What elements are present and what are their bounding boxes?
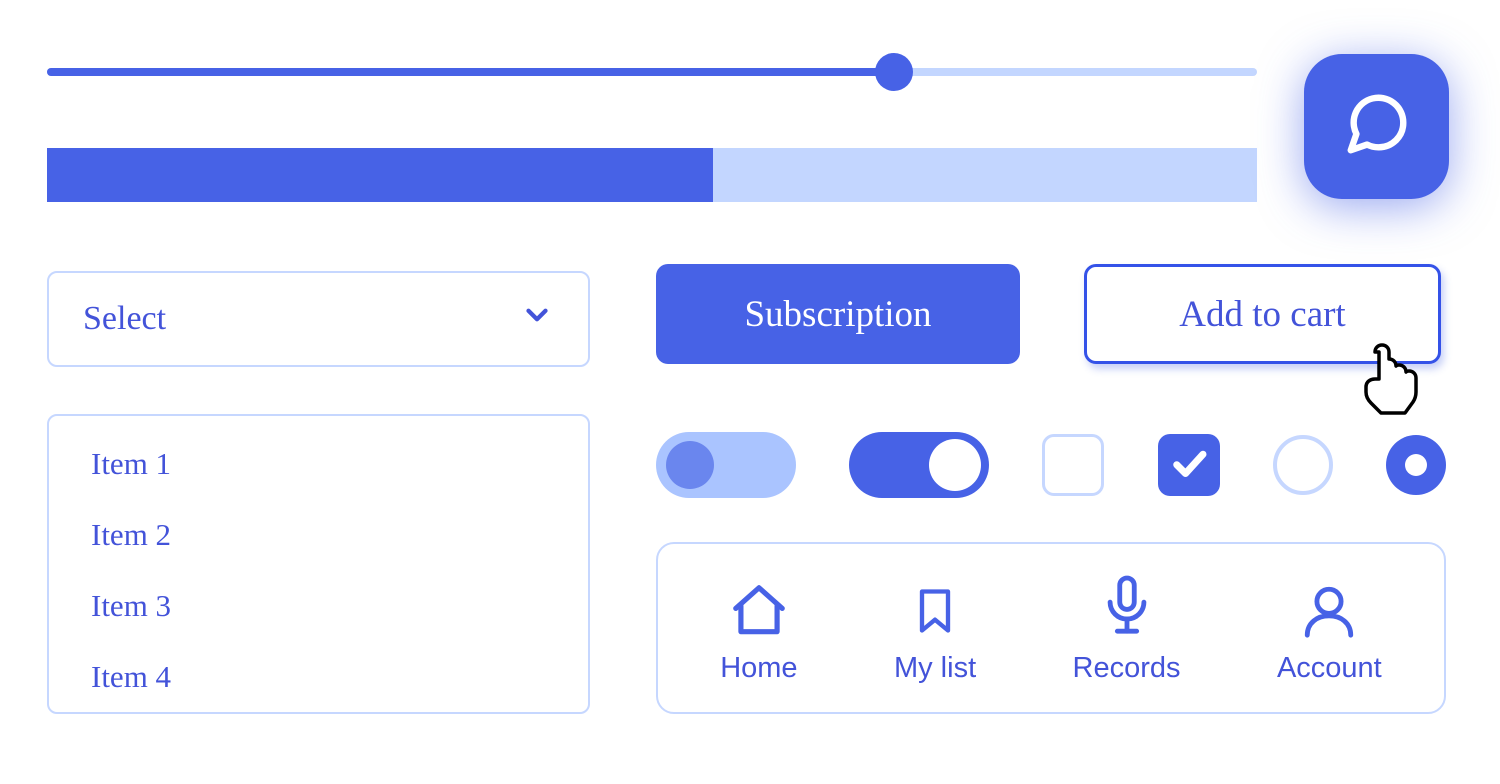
check-icon bbox=[1168, 442, 1210, 489]
pointer-cursor-icon bbox=[1359, 343, 1421, 415]
nav-label: Account bbox=[1277, 652, 1382, 685]
slider-thumb[interactable] bbox=[875, 53, 913, 91]
nav-item-home[interactable]: Home bbox=[720, 572, 797, 685]
nav-label: My list bbox=[894, 652, 976, 685]
nav-label: Records bbox=[1073, 652, 1181, 685]
select-options-list: Item 1 Item 2 Item 3 Item 4 bbox=[47, 414, 590, 714]
list-item[interactable]: Item 4 bbox=[91, 659, 546, 695]
select-dropdown[interactable]: Select bbox=[47, 271, 590, 367]
select-label: Select bbox=[83, 300, 166, 338]
subscription-button[interactable]: Subscription bbox=[656, 264, 1020, 364]
progress-bar bbox=[47, 148, 1257, 202]
toggle-switch-on[interactable] bbox=[849, 432, 989, 498]
slider[interactable] bbox=[47, 62, 1257, 82]
checkbox-checked[interactable] bbox=[1158, 434, 1220, 496]
subscription-button-label: Subscription bbox=[744, 293, 931, 336]
radio-checked[interactable] bbox=[1386, 435, 1446, 495]
toggle-switch-off[interactable] bbox=[656, 432, 796, 498]
radio-unchecked[interactable] bbox=[1273, 435, 1333, 495]
nav-item-records[interactable]: Records bbox=[1073, 572, 1181, 685]
chevron-down-icon bbox=[520, 298, 554, 341]
user-icon bbox=[1300, 572, 1358, 642]
bookmark-icon bbox=[909, 572, 961, 642]
add-to-cart-button-label: Add to cart bbox=[1179, 293, 1345, 336]
slider-fill bbox=[47, 68, 894, 76]
bottom-navigation: Home My list Records Account bbox=[656, 542, 1446, 714]
chat-icon bbox=[1342, 89, 1412, 164]
progress-bar-fill bbox=[47, 148, 713, 202]
chat-button[interactable] bbox=[1304, 54, 1449, 199]
nav-item-account[interactable]: Account bbox=[1277, 572, 1382, 685]
list-item[interactable]: Item 2 bbox=[91, 517, 546, 553]
toggle-knob bbox=[929, 439, 981, 491]
nav-item-mylist[interactable]: My list bbox=[894, 572, 976, 685]
controls-row bbox=[656, 430, 1446, 500]
toggle-knob bbox=[666, 441, 714, 489]
list-item[interactable]: Item 1 bbox=[91, 446, 546, 482]
slider-track bbox=[47, 68, 1257, 76]
checkbox-unchecked[interactable] bbox=[1042, 434, 1104, 496]
home-icon bbox=[728, 572, 790, 642]
microphone-icon bbox=[1098, 572, 1156, 642]
list-item[interactable]: Item 3 bbox=[91, 588, 546, 624]
nav-label: Home bbox=[720, 652, 797, 685]
